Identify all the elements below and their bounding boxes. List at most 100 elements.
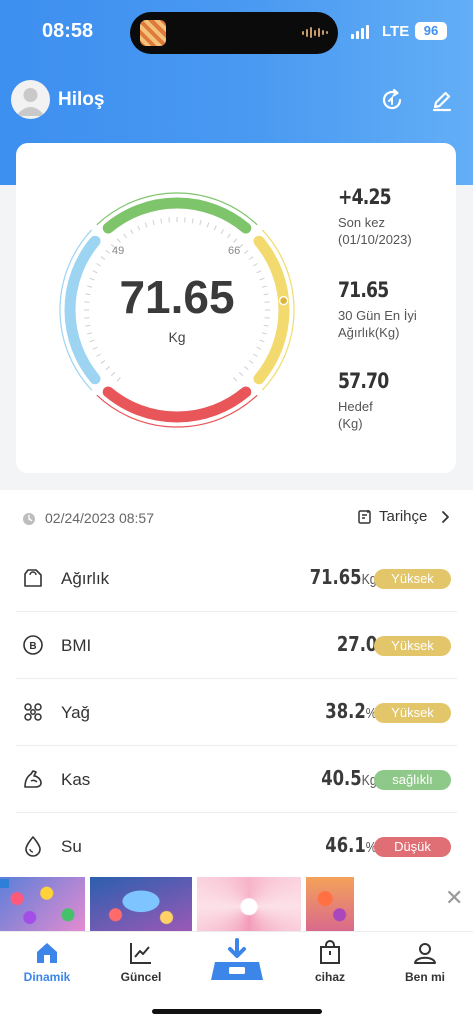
- gauge-tick: [123, 233, 127, 239]
- metric-row-bmi[interactable]: B BMI 27.0 Yüksek: [16, 612, 457, 679]
- tab-guncel[interactable]: Güncel: [101, 940, 181, 984]
- gauge-tick: [116, 377, 121, 382]
- tab-ben-mi[interactable]: Ben mi: [385, 940, 465, 984]
- chevron-right-icon: [442, 510, 450, 523]
- ad-image-candy-4[interactable]: [306, 877, 354, 931]
- ad-image-candy-1[interactable]: [0, 877, 85, 931]
- gauge-tick: [244, 249, 249, 254]
- history-button[interactable]: Tarihçe: [357, 508, 453, 525]
- target-weight-value: 57.70: [338, 369, 389, 393]
- ad-info-icon[interactable]: [0, 879, 9, 888]
- gauge-tick: [137, 225, 141, 231]
- fat-icon: [24, 703, 42, 721]
- best-weight-label-line1: 30 Gün En İyi: [338, 308, 417, 323]
- status-badge: Yüksek: [374, 636, 451, 656]
- last-change-label-line1: Son kez: [338, 215, 385, 230]
- bmi-icon: B: [23, 635, 43, 655]
- gauge-segment-green: [102, 197, 252, 234]
- metric-row-weight[interactable]: Ağırlık 71.65Kg Yüksek: [16, 545, 457, 612]
- current-weight-value: 71.65: [119, 271, 235, 323]
- metric-row-fat[interactable]: Yağ 38.2% Yüksek: [16, 679, 457, 746]
- gauge-tick: [100, 360, 106, 364]
- gauge-tick: [100, 256, 106, 260]
- svg-text:B: B: [29, 641, 36, 652]
- gauge-tick: [116, 238, 121, 243]
- gauge-tick: [233, 238, 238, 243]
- measure-scale-button[interactable]: [207, 938, 267, 984]
- status-badge: Yüksek: [374, 703, 451, 723]
- gauge-range-max: 66: [228, 245, 241, 257]
- metric-value: 71.65Kg: [310, 565, 377, 589]
- gauge-tick: [263, 324, 269, 327]
- gauge-tick: [256, 346, 262, 350]
- metric-value: 27.0: [337, 632, 377, 656]
- gauge-tick: [144, 222, 148, 228]
- gauge-tick: [244, 366, 249, 371]
- gauge-tick: [92, 346, 98, 350]
- gauge-tick: [206, 222, 210, 228]
- metric-value: 46.1%: [326, 833, 377, 857]
- gauge-tick: [233, 377, 238, 382]
- tab-label: Dinamik: [23, 970, 71, 984]
- ad-banner[interactable]: [0, 877, 473, 931]
- metric-label: BMI: [61, 636, 92, 655]
- gauge-tick: [85, 324, 91, 327]
- water-icon: [25, 836, 41, 857]
- home-indicator: [152, 1009, 322, 1014]
- tab-label: Güncel: [120, 970, 162, 984]
- last-change-date: (01/10/2023): [338, 232, 412, 247]
- weight-icon: [24, 569, 42, 587]
- gauge-tick: [238, 371, 244, 377]
- last-change-value: +4.25: [338, 185, 392, 209]
- history-label: Tarihçe: [379, 508, 428, 525]
- gauge-tick: [248, 360, 254, 364]
- metric-label: Ağırlık: [61, 569, 110, 588]
- history-icon: [358, 509, 371, 524]
- metric-label: Kas: [61, 770, 91, 789]
- last-change-label: Son kez (01/10/2023): [338, 214, 412, 248]
- clock-icon: [23, 513, 35, 525]
- measurement-date: 02/24/2023 08:57: [45, 510, 154, 526]
- gauge-tick: [252, 263, 258, 267]
- gauge-tick: [110, 371, 116, 377]
- gauge-tick: [105, 366, 110, 371]
- gauge-tick: [252, 353, 258, 357]
- metric-value: 38.2%: [326, 699, 377, 723]
- metric-row-muscle[interactable]: Kas 40.5Kg sağlıklı: [16, 746, 457, 813]
- gauge-range-min: 49: [112, 245, 125, 257]
- status-badge: Düşük: [374, 837, 451, 857]
- metric-number: 38.2: [325, 699, 367, 723]
- device-bag-icon: [320, 940, 340, 964]
- ad-image-candy-3[interactable]: [197, 877, 301, 931]
- gauge-tick: [130, 229, 134, 235]
- best-weight-label-line2: Ağırlık(Kg): [338, 325, 400, 340]
- metric-label: Yağ: [61, 703, 90, 722]
- gauge-tick: [213, 225, 217, 231]
- tab-label: Ben mi: [404, 970, 445, 984]
- close-ad-icon[interactable]: ✕: [445, 885, 463, 911]
- status-badge: sağlıklı: [374, 770, 451, 790]
- metric-number: 27.0: [336, 632, 377, 656]
- gauge-tick: [152, 220, 155, 226]
- home-icon: [37, 943, 57, 963]
- best-weight-value: 71.65: [338, 278, 389, 302]
- gauge-tick: [105, 249, 110, 254]
- tab-label: cihaz: [314, 970, 345, 984]
- muscle-icon: [24, 770, 42, 788]
- metric-value: 40.5Kg: [321, 766, 377, 790]
- gauge-segment-red: [102, 386, 252, 423]
- metric-number: 71.65: [310, 565, 362, 589]
- metric-row-water[interactable]: Su 46.1% Düşük: [16, 813, 457, 880]
- best-weight-label: 30 Gün En İyi Ağırlık(Kg): [338, 307, 417, 341]
- tab-cihaz[interactable]: cihaz: [290, 940, 370, 984]
- gauge-tick: [227, 233, 231, 239]
- ad-image-candy-2[interactable]: [90, 877, 192, 931]
- profile-icon: [414, 943, 436, 964]
- target-weight-label-line2: (Kg): [338, 416, 363, 431]
- metric-label: Su: [61, 837, 82, 856]
- status-badge: Yüksek: [374, 569, 451, 589]
- gauge-tick: [160, 218, 163, 224]
- gauge-tick: [96, 263, 102, 267]
- current-weight-unit: Kg: [168, 329, 186, 345]
- tab-dinamik[interactable]: Dinamik: [7, 940, 87, 984]
